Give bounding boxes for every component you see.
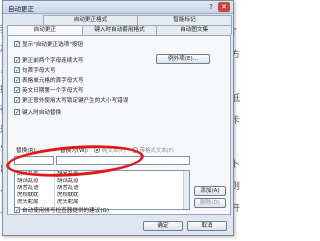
- option-checkbox[interactable]: ✓: [14, 67, 20, 74]
- spell-check-checkbox[interactable]: ✓: [14, 207, 20, 214]
- list-to: 胡言乱语: [57, 185, 79, 191]
- option-checkbox[interactable]: ✓: [14, 109, 20, 116]
- dialog-button-bar: 确定 取消: [7, 219, 231, 233]
- with-input[interactable]: [56, 156, 190, 165]
- formatted-text-radio[interactable]: [131, 147, 138, 153]
- option-row[interactable]: ✓ 键入时自动替换: [14, 108, 61, 116]
- option-label: 表格单元格的首字母大写: [22, 78, 84, 84]
- option-row[interactable]: ✓ 句首字母大写: [14, 66, 56, 74]
- show-options-row[interactable]: ✓ 显示"自动更正选项"按钮: [14, 40, 83, 48]
- formatted-text-label: 带格式文本(F): [139, 148, 174, 154]
- ok-button[interactable]: 确定: [143, 221, 183, 231]
- exceptions-button[interactable]: 例外项(E)...: [156, 54, 210, 64]
- tab-autocorrect[interactable]: 自动更正: [7, 25, 83, 35]
- tab-autoformat[interactable]: 自动更正格式: [43, 15, 138, 25]
- delete-button[interactable]: 删除(D): [194, 198, 226, 208]
- option-checkbox[interactable]: ✓: [14, 87, 20, 94]
- option-row[interactable]: ✓ 英文日期第一个字母大写: [14, 86, 84, 94]
- autocorrect-dialog: 自动更正 ? ✕ 自动更正格式 智能标记 自动更正 键入时自动套用格式 自动图文…: [2, 0, 234, 236]
- list-to: 胡来乱弄: [57, 171, 79, 177]
- list-from: 虎视眈眈: [15, 192, 55, 199]
- tab-autoformat-as-you-type[interactable]: 键入时自动套用格式: [81, 25, 158, 35]
- list-item[interactable]: 胡来乱弄 胡来乱弄: [15, 171, 189, 178]
- show-options-checkbox[interactable]: ✓: [14, 41, 20, 48]
- help-icon[interactable]: ?: [206, 2, 216, 12]
- format-radio-group: 纯文本(P) 带格式文本(F): [88, 146, 174, 154]
- replace-label: 替换(R):: [16, 148, 38, 154]
- replace-input[interactable]: [14, 156, 54, 165]
- list-from: 胡来乱弄: [15, 171, 55, 178]
- option-label: 英文日期第一个字母大写: [22, 88, 84, 94]
- list-scrollbar[interactable]: [183, 171, 189, 209]
- list-to: 虎视眈眈: [57, 192, 79, 198]
- list-item[interactable]: 胡诌乱道 胡诌乱道: [15, 178, 189, 185]
- plain-text-label: 纯文本(P): [102, 148, 126, 154]
- list-item[interactable]: 胡言乱语 胡言乱语: [15, 185, 189, 192]
- spell-check-row[interactable]: ✓ 自动使用拼写检查器提供的建议(G): [14, 206, 109, 214]
- list-to: 胡诌乱道: [57, 178, 79, 184]
- list-from: 胡言乱语: [15, 185, 55, 192]
- list-from: 虎头蛇尾: [15, 199, 55, 206]
- spell-check-label: 自动使用拼写检查器提供的建议(G): [22, 208, 110, 214]
- list-from: 胡诌乱道: [15, 178, 55, 185]
- option-checkbox[interactable]: ✓: [14, 57, 20, 64]
- close-icon[interactable]: ✕: [218, 2, 230, 12]
- plain-text-radio[interactable]: [94, 147, 100, 153]
- option-label: 键入时自动替换: [22, 110, 62, 116]
- dialog-titlebar[interactable]: 自动更正 ? ✕: [3, 1, 233, 14]
- list-to: 虎头蛇尾: [57, 199, 79, 205]
- option-row[interactable]: ✓ 更正前两个字母连续大写: [14, 56, 84, 64]
- tab-row-top: 自动更正格式 智能标记: [43, 15, 232, 25]
- dialog-title: 自动更正: [8, 5, 34, 13]
- tab-smart-tags[interactable]: 智能标记: [137, 15, 232, 25]
- option-row[interactable]: ✓ 更正意外使用大写锁定键产生的大小写错误: [14, 96, 128, 104]
- autocorrect-panel: ✓ 显示"自动更正选项"按钮 ✓ 更正前两个字母连续大写 ✓ 句首字母大写 ✓ …: [7, 35, 231, 215]
- option-checkbox[interactable]: ✓: [14, 77, 20, 84]
- option-label: 更正意外使用大写锁定键产生的大小写错误: [22, 98, 129, 104]
- tab-row-bottom: 自动更正 键入时自动套用格式 自动图文集: [7, 25, 233, 35]
- option-checkbox[interactable]: ✓: [14, 97, 20, 104]
- option-label: 句首字母大写: [22, 68, 56, 74]
- add-button[interactable]: 添加(A): [194, 186, 226, 196]
- tab-autotext[interactable]: 自动图文集: [156, 25, 233, 35]
- list-item[interactable]: 虎视眈眈 虎视眈眈: [15, 192, 189, 199]
- option-label: 更正前两个字母连续大写: [22, 58, 84, 64]
- with-label: 替换为(W):: [60, 148, 89, 154]
- option-row[interactable]: ✓ 表格单元格的首字母大写: [14, 76, 84, 84]
- show-options-label: 显示"自动更正选项"按钮: [22, 42, 84, 48]
- replacement-list[interactable]: 胡来乱弄 胡来乱弄 胡诌乱道 胡诌乱道 胡言乱语 胡言乱语 虎视眈眈 虎视眈眈 …: [14, 170, 190, 210]
- list-item[interactable]: 虎头蛇尾 虎头蛇尾: [15, 199, 189, 206]
- cancel-button[interactable]: 取消: [187, 221, 227, 231]
